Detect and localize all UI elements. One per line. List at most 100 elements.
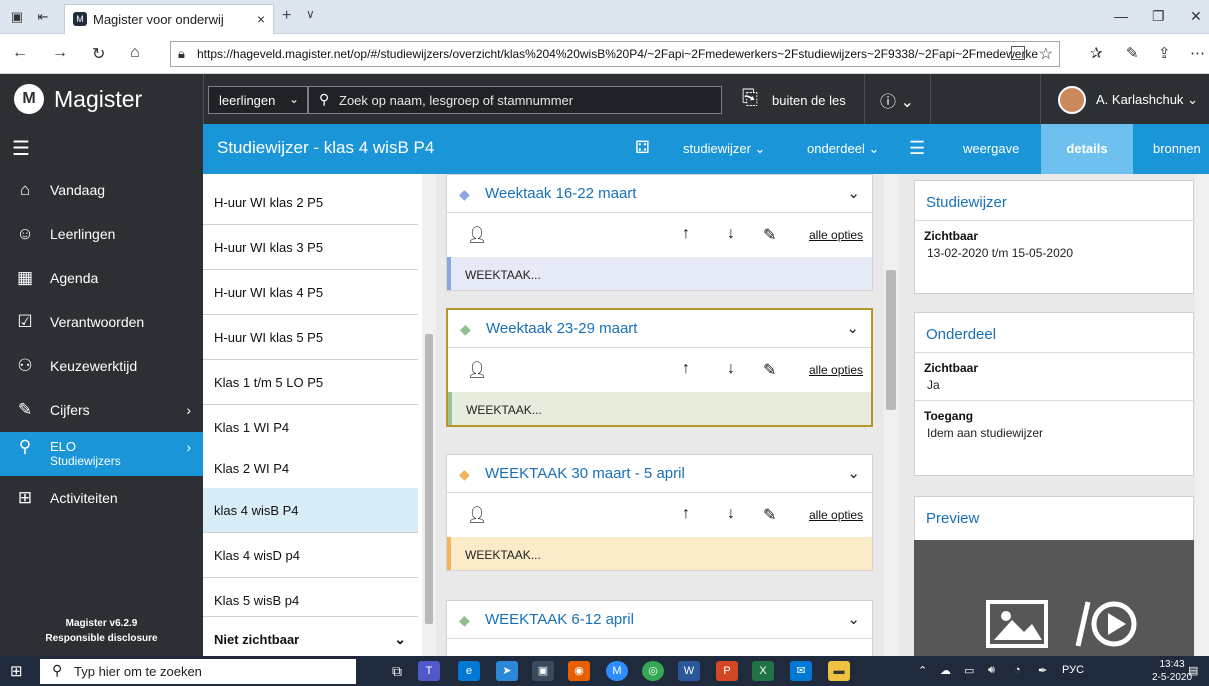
tray-chevron-icon[interactable]: ⌃ bbox=[918, 664, 927, 677]
powerpoint-icon[interactable]: P bbox=[716, 661, 738, 681]
chevron-down-icon[interactable]: ⌄ bbox=[847, 184, 860, 202]
card-header[interactable]: ◆ WEEKTAAK 6-12 april ⌄ bbox=[447, 601, 872, 639]
scrollbar-thumb[interactable] bbox=[425, 334, 433, 624]
more-icon[interactable]: ⋯ bbox=[1190, 44, 1205, 62]
edit-pencil-icon[interactable]: ✎ bbox=[763, 505, 776, 525]
list-item[interactable]: Klas 1 WI P4 bbox=[203, 405, 418, 450]
arrow-down-icon[interactable]: ↓ bbox=[727, 225, 735, 243]
sidebar-item-cijfers[interactable]: ✎ Cijfers › bbox=[0, 388, 203, 432]
edit-pencil-icon[interactable]: ✎ bbox=[763, 360, 776, 380]
chevron-down-icon[interactable]: ⌄ bbox=[847, 464, 860, 482]
arrow-up-icon[interactable]: ↑ bbox=[682, 505, 690, 523]
menu-hamburger-icon[interactable]: ☰ bbox=[12, 136, 30, 161]
refresh-icon[interactable]: ↻ bbox=[92, 44, 105, 64]
list-view-icon[interactable]: ☰ bbox=[909, 138, 925, 159]
teams-icon[interactable]: T bbox=[418, 661, 440, 681]
list-scrollbar[interactable] bbox=[422, 174, 436, 656]
mail-icon[interactable]: ✉ bbox=[790, 661, 812, 681]
weektaken-scrollbar[interactable] bbox=[884, 174, 898, 656]
tab-list-chevron-icon[interactable]: ∨ bbox=[306, 7, 315, 21]
notifications-icon[interactable]: ▤ bbox=[1188, 664, 1198, 677]
group-icon[interactable]: ⚃ bbox=[635, 138, 650, 158]
pen-icon[interactable]: ✒ bbox=[1038, 664, 1047, 677]
list-item[interactable]: H-uur WI klas 4 P5 bbox=[203, 270, 418, 315]
arrow-up-icon[interactable]: ↑ bbox=[682, 360, 690, 378]
sidebar-item-leerlingen[interactable]: ☺ Leerlingen bbox=[0, 212, 203, 256]
battery-icon[interactable]: ▭ bbox=[964, 664, 974, 677]
list-item[interactable]: Klas 2 WI P4 bbox=[203, 446, 418, 491]
sidebar-item-verantwoorden[interactable]: ☑ Verantwoorden bbox=[0, 300, 203, 344]
sidebar-item-elo[interactable]: ⚲ ELO Studiewijzers › bbox=[0, 432, 203, 476]
close-tab-icon[interactable]: × bbox=[257, 11, 265, 27]
maximize-button[interactable]: ❐ bbox=[1152, 8, 1165, 25]
word-icon[interactable]: W bbox=[678, 661, 700, 681]
user-menu[interactable]: A. Karlashchuk ⌄ bbox=[1058, 86, 1198, 114]
alle-opties-link[interactable]: alle opties bbox=[809, 363, 863, 377]
responsible-disclosure-link[interactable]: Responsible disclosure bbox=[0, 631, 203, 646]
card-header[interactable]: ◆ Weektaak 16-22 maart ⌄ bbox=[447, 175, 872, 213]
details-scrollbar[interactable] bbox=[1195, 174, 1209, 656]
tab-bronnen[interactable]: bronnen bbox=[1153, 141, 1201, 156]
minimize-button[interactable]: — bbox=[1114, 8, 1128, 24]
person-icon[interactable]: 👤︎ bbox=[467, 505, 487, 525]
store-icon[interactable]: ▣ bbox=[532, 661, 554, 681]
firefox-icon[interactable]: ◉ bbox=[568, 661, 590, 681]
close-window-button[interactable]: ✕ bbox=[1190, 8, 1202, 25]
edge-icon[interactable]: e bbox=[458, 661, 480, 681]
tab-details[interactable]: details bbox=[1041, 124, 1133, 174]
network-icon[interactable]: ◔ bbox=[1014, 664, 1021, 676]
share-icon[interactable]: ⇪ bbox=[1158, 44, 1171, 62]
person-icon[interactable]: 👤︎ bbox=[467, 360, 487, 380]
tab-actions-icon[interactable]: ▣ bbox=[8, 8, 26, 26]
arrow-down-icon[interactable]: ↓ bbox=[727, 505, 735, 523]
list-item[interactable]: Klas 1 t/m 5 LO P5 bbox=[203, 360, 418, 405]
sidebar-item-vandaag[interactable]: ⌂ Vandaag bbox=[0, 168, 203, 212]
set-aside-tabs-icon[interactable]: ⇤ bbox=[34, 8, 52, 26]
search-scope-select[interactable]: leerlingen ⌄ bbox=[208, 86, 308, 114]
favorites-list-icon[interactable]: ✰ bbox=[1090, 44, 1103, 62]
person-icon[interactable]: 👤︎ bbox=[467, 225, 487, 245]
file-explorer-icon[interactable]: ▬ bbox=[828, 661, 850, 681]
home-button-icon[interactable]: ⌂ bbox=[130, 44, 140, 62]
chevron-down-icon[interactable]: ⌄ bbox=[847, 610, 860, 628]
buiten-de-les-button[interactable]: ⎘ buiten de les bbox=[740, 86, 846, 114]
list-item-selected[interactable]: klas 4 wisB P4 bbox=[203, 488, 418, 533]
volume-icon[interactable]: 🔊︎ bbox=[988, 664, 995, 677]
sidebar-item-activiteiten[interactable]: ⊞ Activiteiten bbox=[0, 476, 203, 520]
favorite-star-icon[interactable]: ☆ bbox=[1039, 44, 1053, 64]
chrome-icon[interactable]: ◎ bbox=[642, 661, 664, 681]
pen-notes-icon[interactable]: ✎ bbox=[1126, 44, 1139, 62]
arrow-down-icon[interactable]: ↓ bbox=[727, 360, 735, 378]
help-icon[interactable]: ⓘ ⌄ bbox=[880, 88, 914, 112]
alle-opties-link[interactable]: alle opties bbox=[809, 508, 863, 522]
arrow-app-icon[interactable]: ➤ bbox=[496, 661, 518, 681]
card-header[interactable]: ◆ WEEKTAAK 30 maart - 5 april ⌄ bbox=[447, 455, 872, 493]
edit-pencil-icon[interactable]: ✎ bbox=[763, 225, 776, 245]
alle-opties-link[interactable]: alle opties bbox=[809, 228, 863, 242]
taskbar-clock[interactable]: 13:43 2-5-2020 bbox=[1152, 658, 1192, 684]
magister-app-icon[interactable]: M bbox=[606, 661, 628, 681]
task-view-icon[interactable]: ⧉ bbox=[386, 661, 408, 681]
list-item[interactable]: Klas 4 wisD p4 bbox=[203, 533, 418, 578]
taskbar-search-input[interactable]: ⚲ Typ hier om te zoeken bbox=[40, 659, 356, 684]
onedrive-icon[interactable]: ☁ bbox=[940, 664, 951, 677]
list-item[interactable]: H-uur WI klas 3 P5 bbox=[203, 225, 418, 270]
chevron-down-icon[interactable]: ⌄ bbox=[846, 319, 859, 337]
card-header[interactable]: ◆ Weektaak 23-29 maart ⌄ bbox=[448, 310, 871, 348]
reading-view-icon[interactable] bbox=[1011, 46, 1025, 60]
scrollbar-thumb[interactable] bbox=[886, 270, 896, 410]
list-item[interactable]: H-uur WI klas 2 P5 bbox=[203, 180, 418, 225]
language-indicator[interactable]: РУС bbox=[1062, 664, 1084, 676]
address-bar[interactable]: 🔒︎ https://hageveld.magister.net/op/#/st… bbox=[170, 41, 1060, 67]
forward-arrow-icon[interactable]: → bbox=[52, 44, 68, 62]
excel-icon[interactable]: X bbox=[752, 661, 774, 681]
arrow-up-icon[interactable]: ↑ bbox=[682, 225, 690, 243]
sidebar-item-keuzewerktijd[interactable]: ⚇ Keuzewerktijd bbox=[0, 344, 203, 388]
search-input[interactable]: ⚲ Zoek op naam, lesgroep of stamnummer bbox=[308, 86, 722, 114]
magister-logo[interactable]: M Magister bbox=[14, 82, 142, 116]
niet-zichtbaar-toggle[interactable]: Niet zichtbaar ⌄ bbox=[203, 616, 418, 656]
studiewijzer-menu[interactable]: studiewijzer ⌄ bbox=[683, 141, 765, 157]
onderdeel-menu[interactable]: onderdeel ⌄ bbox=[807, 141, 879, 157]
windows-start-icon[interactable]: ⊞ bbox=[10, 662, 23, 680]
browser-tab-magister[interactable]: M Magister voor onderwij × bbox=[64, 4, 274, 34]
